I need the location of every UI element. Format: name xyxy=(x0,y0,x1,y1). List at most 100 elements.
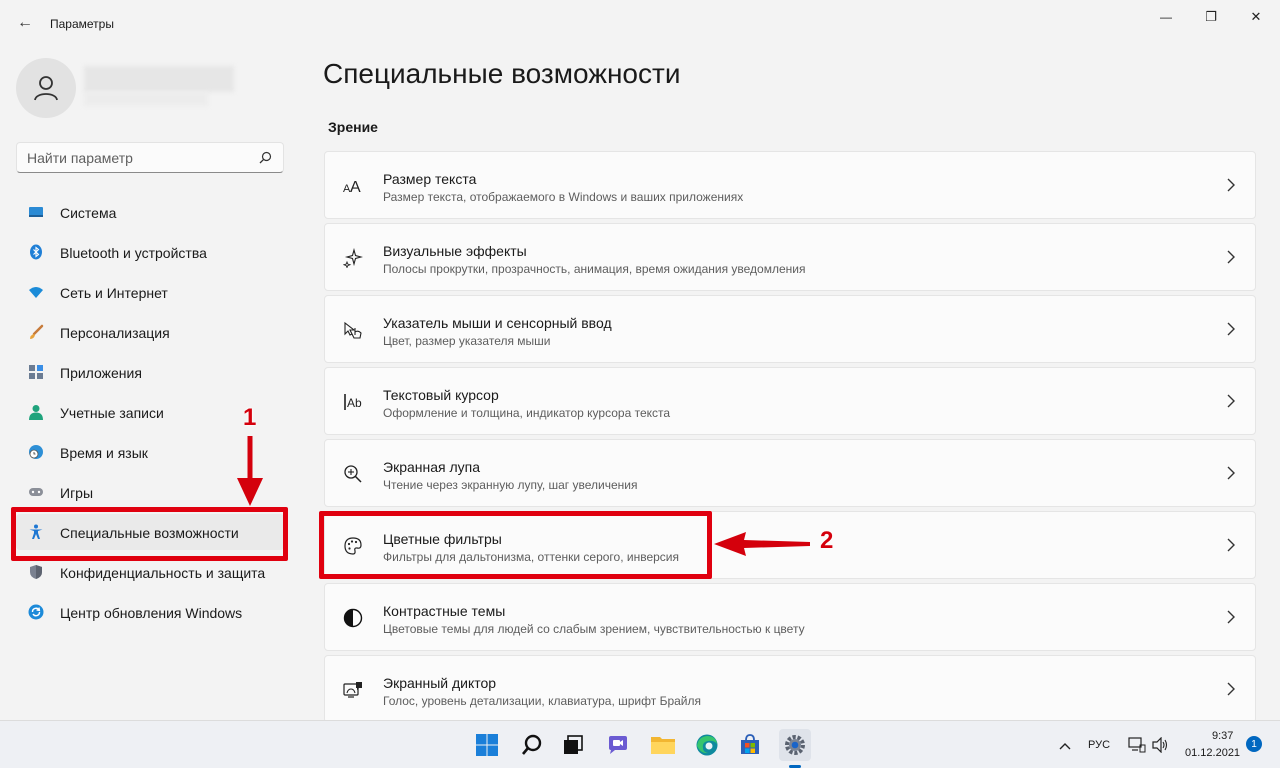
card-title: Визуальные эффекты xyxy=(383,243,527,259)
annotation-box-1 xyxy=(11,507,288,561)
sidebar-item-label: Bluetooth и устройства xyxy=(60,245,207,261)
close-button[interactable]: ✕ xyxy=(1244,8,1268,26)
minimize-button[interactable]: — xyxy=(1154,8,1178,26)
brush-icon xyxy=(30,324,44,339)
wifi-icon xyxy=(29,287,43,298)
magnifier-icon xyxy=(344,465,362,483)
card-description: Полосы прокрутки, прозрачность, анимация… xyxy=(383,262,806,276)
file-explorer-button[interactable] xyxy=(647,729,679,761)
annotation-number-1: 1 xyxy=(243,404,257,431)
sidebar-item-windows-update[interactable]: Центр обновления Windows xyxy=(16,594,284,630)
clock-time[interactable]: 9:37 xyxy=(1212,730,1233,742)
chevron-right-icon xyxy=(1227,250,1235,264)
card-mouse-pointer-touch[interactable]: Указатель мыши и сенсорный ввод Цвет, ра… xyxy=(324,295,1256,363)
settings-taskbar-button[interactable] xyxy=(779,729,811,761)
search-input[interactable] xyxy=(27,149,247,167)
page-title: Специальные возможности xyxy=(323,58,681,89)
teams-chat-button[interactable] xyxy=(602,729,634,761)
card-description: Цвет, размер указателя мыши xyxy=(383,334,551,348)
search-icon xyxy=(522,734,542,755)
card-visual-effects[interactable]: Визуальные эффекты Полосы прокрутки, про… xyxy=(324,223,1256,291)
chevron-up-icon[interactable] xyxy=(1058,741,1072,751)
sidebar-item-system[interactable]: Система xyxy=(16,194,284,230)
settings-card-list: AA Размер текста Размер текста, отобража… xyxy=(324,151,1256,727)
user-icon xyxy=(34,76,58,101)
svg-text:Ab: Ab xyxy=(347,396,362,410)
card-title: Размер текста xyxy=(383,171,477,187)
shield-icon xyxy=(30,565,42,579)
sidebar-item-network[interactable]: Сеть и Интернет xyxy=(16,274,284,310)
chevron-right-icon xyxy=(1227,682,1235,696)
account-icon xyxy=(29,405,43,420)
card-title: Экранный диктор xyxy=(383,675,497,691)
sidebar-item-label: Центр обновления Windows xyxy=(60,605,243,621)
title-bar: ← Параметры — ❐ ✕ xyxy=(0,0,1280,48)
chevron-right-icon xyxy=(1227,538,1235,552)
back-arrow-icon: ← xyxy=(17,14,33,31)
pointer-touch-icon xyxy=(344,321,362,339)
card-description: Голос, уровень детализации, клавиатура, … xyxy=(383,694,701,708)
card-text-size[interactable]: AA Размер текста Размер текста, отобража… xyxy=(324,151,1256,219)
volume-icon[interactable] xyxy=(1152,737,1170,753)
back-button[interactable]: ← xyxy=(12,10,38,36)
chevron-right-icon xyxy=(1227,466,1235,480)
card-contrast-themes[interactable]: Контрастные темы Цветовые темы для людей… xyxy=(324,583,1256,651)
windows-start-icon xyxy=(476,734,498,756)
card-text-cursor[interactable]: Ab Текстовый курсор Оформление и толщина… xyxy=(324,367,1256,435)
card-magnifier[interactable]: Экранная лупа Чтение через экранную лупу… xyxy=(324,439,1256,507)
card-title: Текстовый курсор xyxy=(383,387,499,403)
app-title: Параметры xyxy=(50,17,114,31)
update-icon xyxy=(28,604,44,620)
restore-icon: ❐ xyxy=(1205,9,1217,24)
sidebar-item-label: Конфиденциальность и защита xyxy=(60,565,266,581)
card-description: Оформление и толщина, индикатор курсора … xyxy=(383,406,671,420)
sidebar-item-label: Персонализация xyxy=(60,325,170,341)
sidebar-item-bluetooth[interactable]: Bluetooth и устройства xyxy=(16,234,284,270)
svg-text:A: A xyxy=(350,179,361,196)
sidebar-item-label: Сеть и Интернет xyxy=(60,285,168,301)
taskbar-search-button[interactable] xyxy=(516,729,548,761)
store-button[interactable] xyxy=(734,729,766,761)
section-heading: Зрение xyxy=(328,119,378,135)
card-description: Чтение через экранную лупу, шаг увеличен… xyxy=(383,478,638,492)
notification-badge[interactable]: 1 xyxy=(1246,736,1262,752)
card-description: Размер текста, отображаемого в Windows и… xyxy=(383,190,744,204)
card-title: Контрастные темы xyxy=(383,603,506,619)
bluetooth-icon xyxy=(30,244,42,260)
sidebar-item-apps[interactable]: Приложения xyxy=(16,354,284,390)
chevron-right-icon xyxy=(1227,394,1235,408)
input-language[interactable]: РУС xyxy=(1088,739,1110,751)
file-explorer-icon xyxy=(651,737,675,754)
task-view-button[interactable] xyxy=(557,729,589,761)
apps-icon xyxy=(29,365,43,379)
start-button[interactable] xyxy=(471,729,503,761)
chevron-right-icon xyxy=(1227,610,1235,624)
card-title: Экранная лупа xyxy=(383,459,481,475)
annotation-number-2: 2 xyxy=(820,527,834,554)
sidebar-item-label: Система xyxy=(60,205,117,221)
narrator-icon xyxy=(343,682,362,698)
annotation-arrow-left-icon xyxy=(714,532,810,556)
edge-icon xyxy=(696,734,718,756)
clock-date[interactable]: 01.12.2021 xyxy=(1185,747,1240,759)
search-icon[interactable] xyxy=(257,150,273,166)
search-box[interactable] xyxy=(16,142,284,173)
chevron-right-icon xyxy=(1227,322,1235,336)
sidebar-item-personalization[interactable]: Персонализация xyxy=(16,314,284,350)
card-narrator[interactable]: Экранный диктор Голос, уровень детализац… xyxy=(324,655,1256,723)
settings-icon xyxy=(785,735,805,755)
task-view-icon xyxy=(564,735,583,754)
avatar[interactable] xyxy=(16,58,76,118)
user-name-blurred xyxy=(84,66,234,106)
sidebar-item-label: Время и язык xyxy=(60,445,148,461)
contrast-icon xyxy=(343,608,363,628)
maximize-button[interactable]: ❐ xyxy=(1199,8,1223,26)
clock-globe-icon xyxy=(29,445,43,459)
edge-button[interactable] xyxy=(691,729,723,761)
close-icon: ✕ xyxy=(1250,9,1262,24)
annotation-box-2 xyxy=(319,511,712,579)
chevron-right-icon xyxy=(1227,178,1235,192)
taskbar: РУС 9:37 01.12.2021 xyxy=(0,720,1280,768)
network-icon[interactable] xyxy=(1128,737,1146,753)
store-icon xyxy=(741,734,759,754)
